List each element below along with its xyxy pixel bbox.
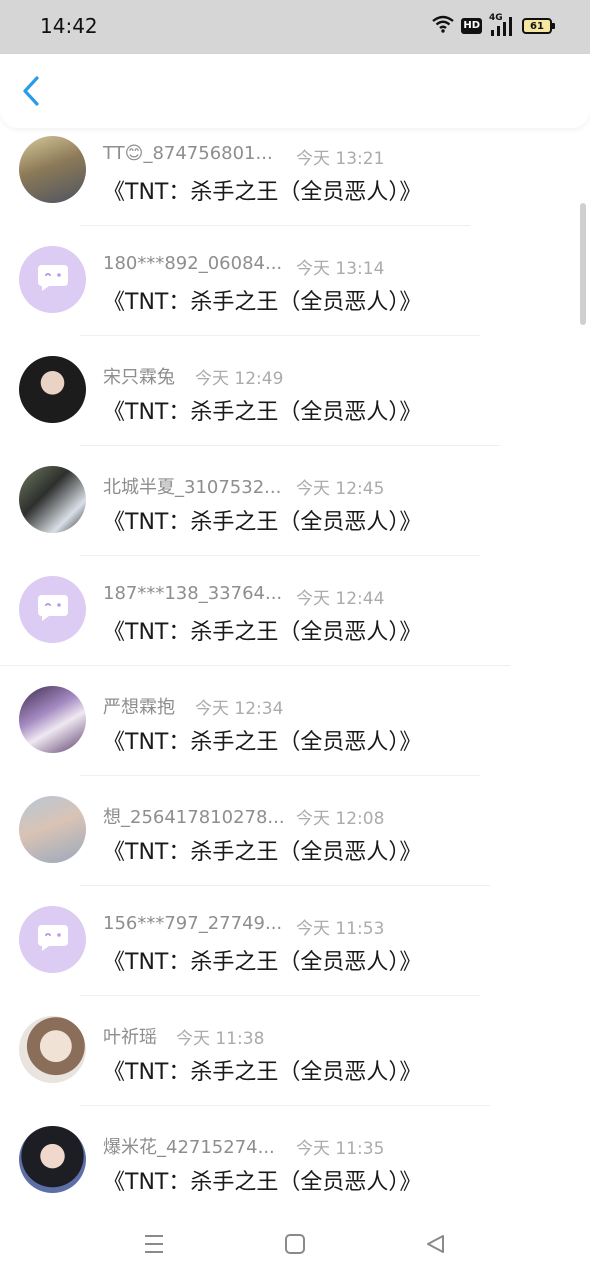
avatar[interactable]: [19, 576, 86, 643]
nickname: 宋只霖兔: [103, 367, 175, 388]
message-text: 《TNT：杀手之王（全员恶人）》: [103, 620, 422, 645]
divider: [80, 775, 480, 776]
message-text: 《TNT：杀手之王（全员恶人）》: [103, 1170, 422, 1195]
divider: [80, 225, 470, 226]
timestamp: 今天 11:38: [176, 1029, 265, 1049]
status-bar: 14:42 HD 4G 61: [0, 0, 590, 54]
message-text: 《TNT：杀手之王（全员恶人）》: [103, 290, 422, 315]
nickname: 叶祈瑶: [103, 1027, 157, 1048]
nickname: 爆米花_42715274...: [103, 1137, 275, 1158]
chat-bubble-icon: [36, 923, 70, 957]
nickname: 北城半夏_3107532...: [103, 477, 282, 498]
avatar[interactable]: [19, 906, 86, 973]
home-button[interactable]: [281, 1232, 309, 1260]
wifi-icon: [432, 15, 455, 37]
list-item[interactable]: TT😊_874756801... 今天 13:21 《TNT：杀手之王（全员恶人…: [0, 128, 590, 238]
timestamp: 今天 12:49: [195, 369, 284, 389]
list-item[interactable]: 严想霖抱 今天 12:34 《TNT：杀手之王（全员恶人）》: [0, 678, 590, 788]
timestamp: 今天 11:53: [296, 919, 385, 939]
menu-icon: [142, 1233, 166, 1259]
divider: [80, 445, 500, 446]
status-icons: HD 4G 61: [432, 13, 555, 38]
timestamp: 今天 12:45: [296, 479, 385, 499]
timestamp: 今天 12:34: [195, 699, 284, 719]
message-text: 《TNT：杀手之王（全员恶人）》: [103, 1060, 422, 1085]
avatar[interactable]: [19, 686, 86, 753]
chat-bubble-icon: [36, 263, 70, 297]
list-item[interactable]: 156***797_27749... 今天 11:53 《TNT：杀手之王（全员…: [0, 898, 590, 1008]
message-text: 《TNT：杀手之王（全员恶人）》: [103, 840, 422, 865]
avatar[interactable]: [19, 466, 86, 533]
scrollbar[interactable]: [580, 203, 586, 325]
nickname: 156***797_27749...: [103, 913, 283, 934]
hd-icon: HD: [461, 18, 482, 34]
divider: [0, 665, 510, 666]
status-time: 14:42: [40, 14, 98, 38]
back-triangle-icon: [424, 1233, 446, 1259]
battery-level: 61: [530, 20, 544, 32]
message-text: 《TNT：杀手之王（全员恶人）》: [103, 180, 422, 205]
nickname: 180***892_06084...: [103, 253, 283, 274]
timestamp: 今天 12:44: [296, 589, 385, 609]
nav-header: [0, 54, 590, 128]
nickname: 想_256417810278...: [103, 807, 285, 828]
list-item[interactable]: 187***138_33764... 今天 12:44 《TNT：杀手之王（全员…: [0, 568, 590, 678]
message-text: 《TNT：杀手之王（全员恶人）》: [103, 950, 422, 975]
timestamp: 今天 12:08: [296, 809, 385, 829]
message-list[interactable]: TT😊_874756801... 今天 13:21 《TNT：杀手之王（全员恶人…: [0, 128, 590, 1210]
back-nav-button[interactable]: [421, 1232, 449, 1260]
nickname: TT😊_874756801...: [103, 143, 273, 164]
divider: [80, 1105, 490, 1106]
message-text: 《TNT：杀手之王（全员恶人）》: [103, 510, 422, 535]
list-item[interactable]: 宋只霖兔 今天 12:49 《TNT：杀手之王（全员恶人）》: [0, 348, 590, 458]
system-nav-bar: [0, 1210, 590, 1280]
nickname: 严想霖抱: [103, 697, 175, 718]
divider: [80, 555, 480, 556]
avatar[interactable]: [19, 246, 86, 313]
message-text: 《TNT：杀手之王（全员恶人）》: [103, 400, 422, 425]
avatar[interactable]: [19, 356, 86, 423]
menu-button[interactable]: [140, 1232, 168, 1260]
divider: [80, 335, 480, 336]
divider: [80, 995, 480, 996]
divider: [80, 885, 490, 886]
avatar[interactable]: [19, 1016, 86, 1083]
avatar[interactable]: [19, 136, 86, 203]
home-icon: [284, 1233, 306, 1259]
battery-icon: 61: [522, 18, 555, 34]
timestamp: 今天 13:14: [296, 259, 385, 279]
list-item[interactable]: 北城半夏_3107532... 今天 12:45 《TNT：杀手之王（全员恶人）…: [0, 458, 590, 568]
timestamp: 今天 13:21: [296, 149, 385, 169]
list-item[interactable]: 爆米花_42715274... 今天 11:35 《TNT：杀手之王（全员恶人）…: [0, 1118, 590, 1210]
avatar[interactable]: [19, 796, 86, 863]
message-text: 《TNT：杀手之王（全员恶人）》: [103, 730, 422, 755]
list-item[interactable]: 180***892_06084... 今天 13:14 《TNT：杀手之王（全员…: [0, 238, 590, 348]
chevron-left-icon: [21, 75, 41, 111]
chat-bubble-icon: [36, 593, 70, 627]
timestamp: 今天 11:35: [296, 1139, 385, 1159]
nickname: 187***138_33764...: [103, 583, 283, 604]
signal-icon: 4G: [489, 13, 515, 37]
back-button[interactable]: [14, 76, 48, 110]
list-item[interactable]: 叶祈瑶 今天 11:38 《TNT：杀手之王（全员恶人）》: [0, 1008, 590, 1118]
list-item[interactable]: 想_256417810278... 今天 12:08 《TNT：杀手之王（全员恶…: [0, 788, 590, 898]
avatar[interactable]: [19, 1126, 86, 1193]
